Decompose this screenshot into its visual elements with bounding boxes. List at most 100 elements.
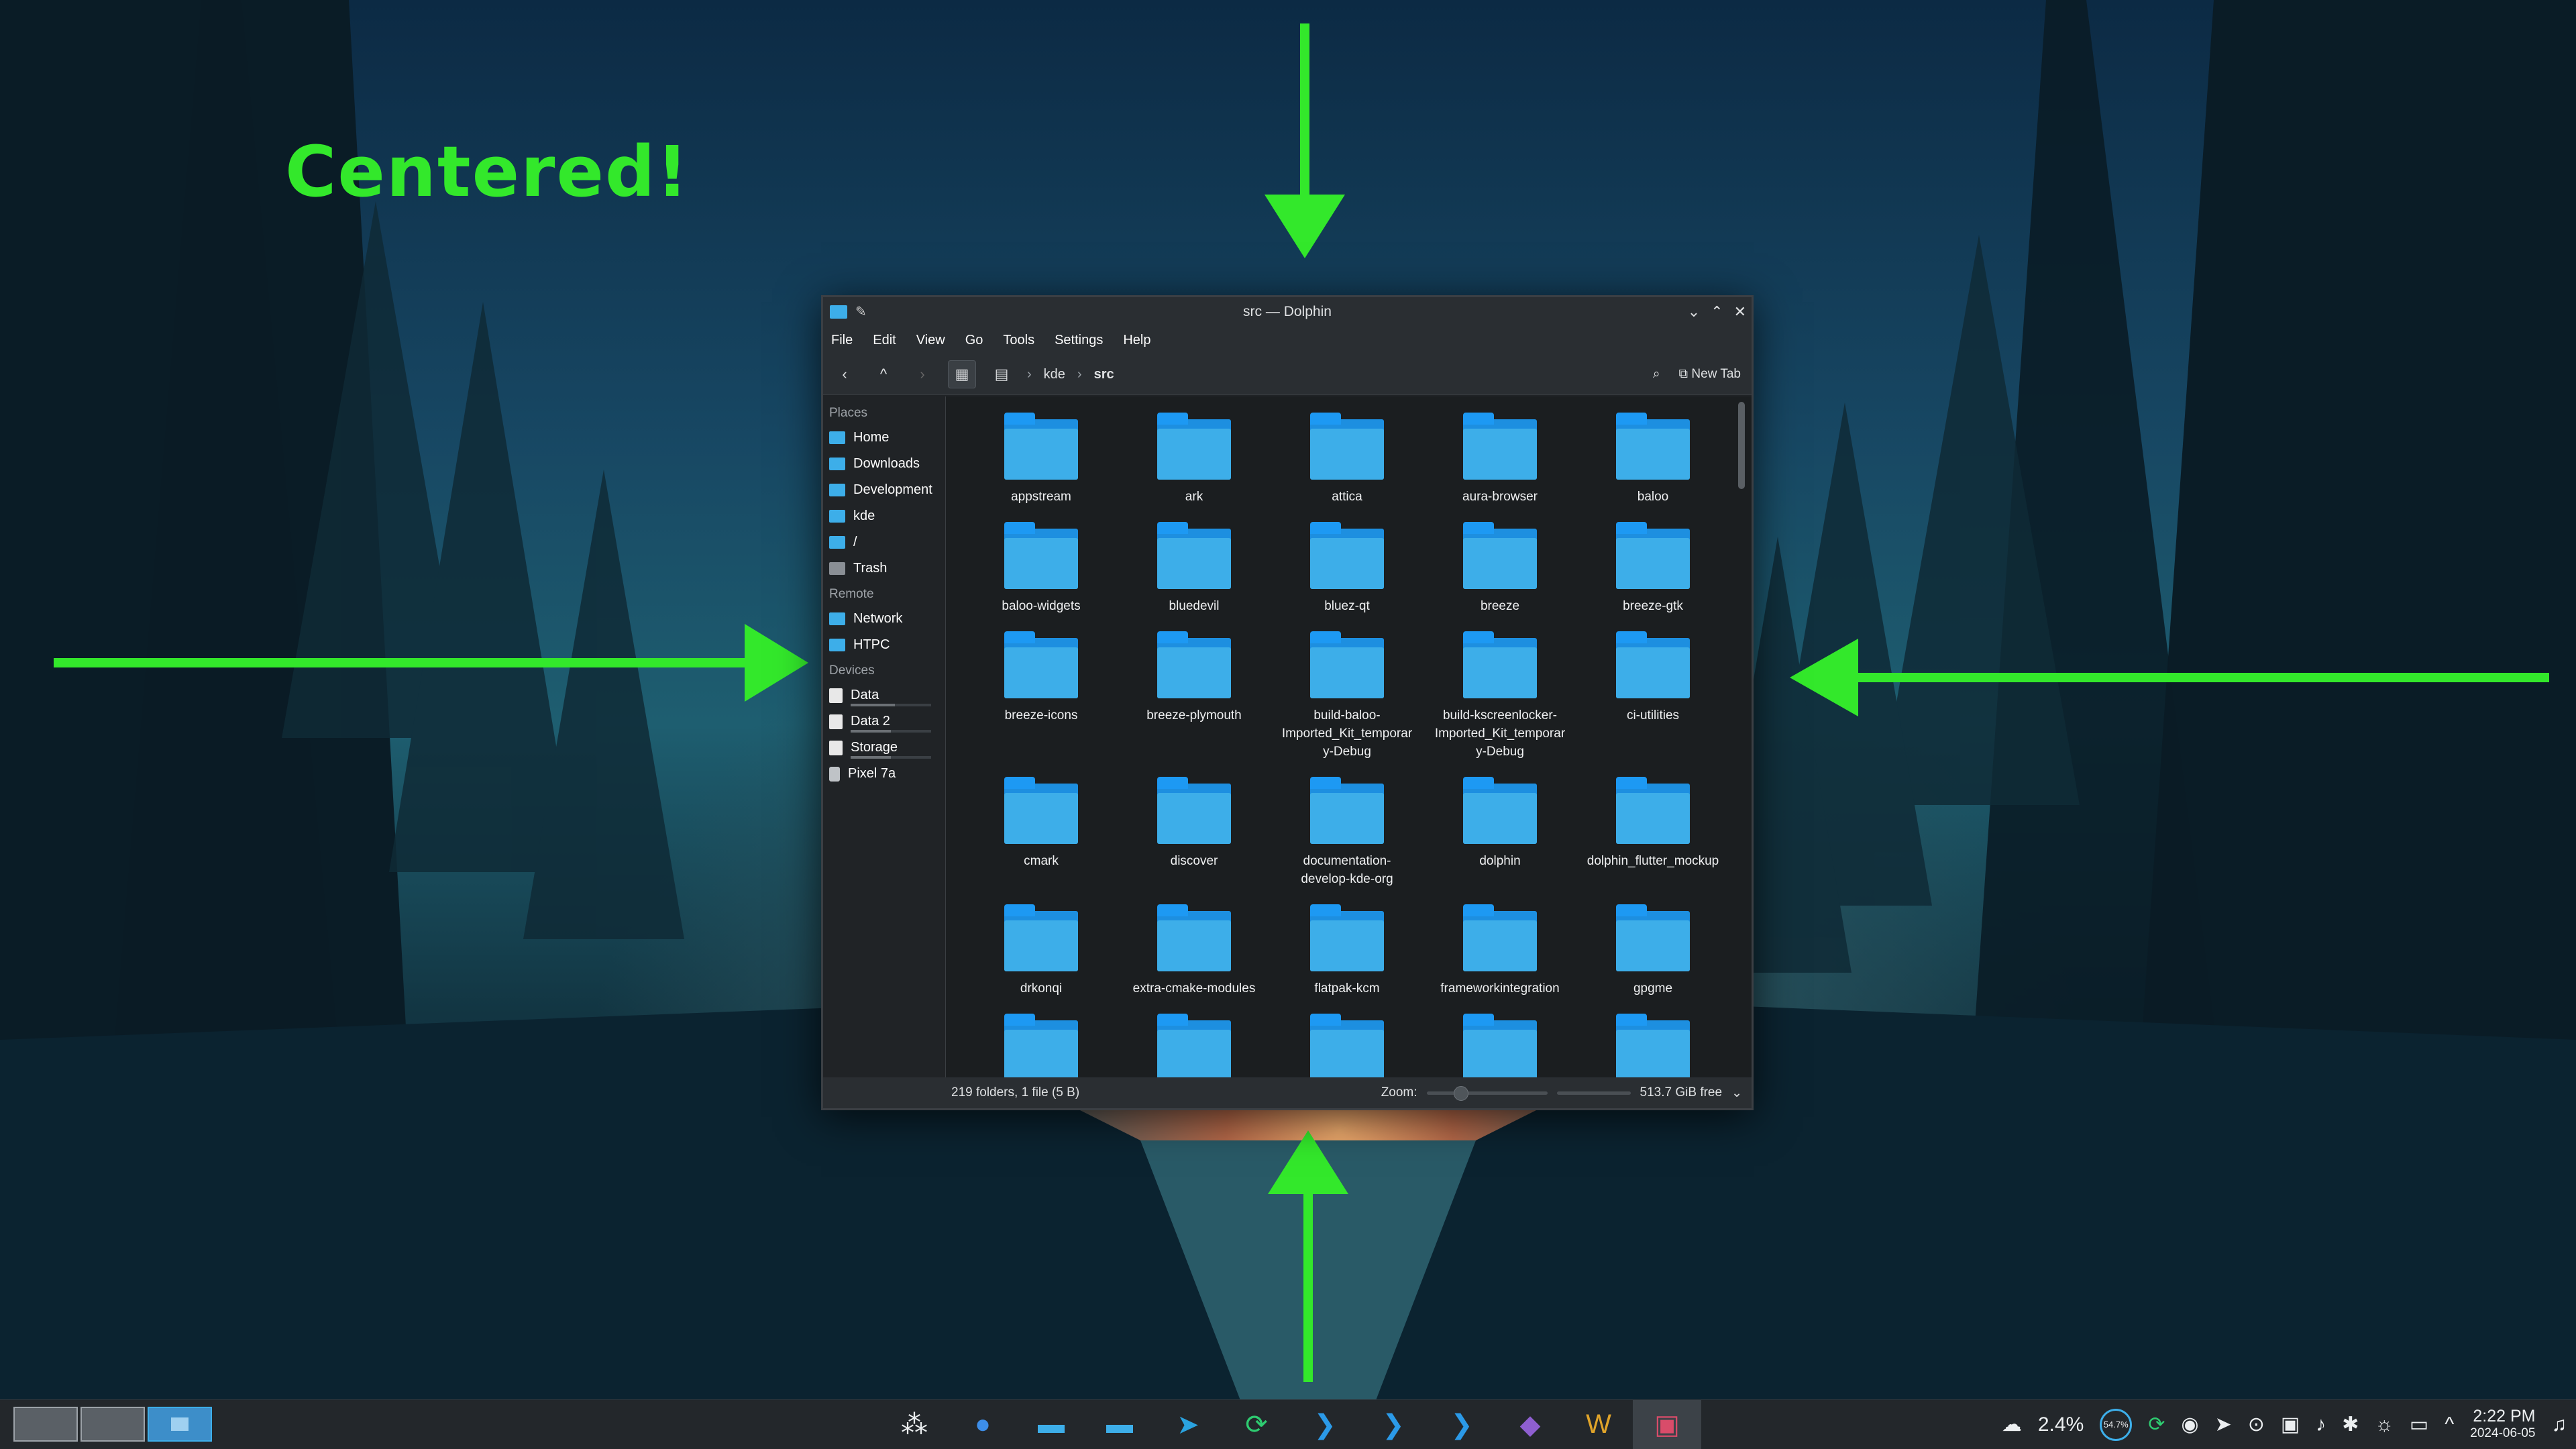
file-item[interactable]: baloo-widgets [965, 515, 1118, 625]
bluetooth-icon[interactable]: ✱ [2342, 1413, 2359, 1436]
menu-bar: File Edit View Go Tools Settings Help [823, 326, 1752, 354]
task-vscode[interactable]: ❯ [1428, 1400, 1496, 1449]
cpu-usage[interactable]: 2.4% [2038, 1413, 2084, 1436]
file-item[interactable]: documentation-develop-kde-org [1271, 770, 1424, 898]
file-item[interactable] [1271, 1007, 1424, 1077]
sidebar-item-kde[interactable]: kde [823, 503, 945, 529]
title-bar[interactable]: ✎ src — Dolphin ⌄ ⌃ ✕ [823, 297, 1752, 326]
breadcrumb-kde[interactable]: kde [1044, 367, 1065, 382]
sidebar-item-trash[interactable]: Trash [823, 555, 945, 582]
file-item[interactable]: dolphin [1424, 770, 1576, 898]
tray-expand-icon[interactable]: ^ [2445, 1413, 2454, 1436]
weather-icon[interactable]: ☁ [2002, 1413, 2022, 1436]
file-item[interactable]: ci-utilities [1576, 625, 1729, 770]
memory-gauge[interactable]: 54.7% [2100, 1408, 2133, 1441]
new-tab-button[interactable]: ⧉ New Tab [1679, 367, 1741, 382]
chevron-down-icon[interactable]: ⌄ [1731, 1085, 1742, 1101]
file-view[interactable]: appstream ark attica aura-browser baloo baloo… [946, 396, 1752, 1077]
sidebar-item-home[interactable]: Home [823, 425, 945, 451]
file-item[interactable]: baloo [1576, 406, 1729, 515]
scrollbar[interactable] [1738, 402, 1745, 489]
task-vscode[interactable]: ❯ [1359, 1400, 1428, 1449]
task-git-sync[interactable]: ⟳ [1222, 1400, 1291, 1449]
file-item[interactable] [965, 1007, 1118, 1077]
menu-tools[interactable]: Tools [1003, 333, 1034, 348]
task-dolphin[interactable]: ▬ [1085, 1400, 1154, 1449]
file-item[interactable]: gpgme [1576, 898, 1729, 1007]
file-item[interactable]: drkonqi [965, 898, 1118, 1007]
file-item[interactable]: breeze-plymouth [1118, 625, 1271, 770]
sidebar-item-pixel-7a[interactable]: Pixel 7a [823, 761, 945, 787]
menu-view[interactable]: View [916, 333, 945, 348]
file-item[interactable]: build-baloo-Imported_Kit_temporary-Debug [1271, 625, 1424, 770]
search-icon[interactable]: ⌕ [1653, 367, 1660, 382]
file-item[interactable] [1424, 1007, 1576, 1077]
notifications-icon[interactable]: ♫ [2552, 1413, 2567, 1436]
file-item[interactable]: cmark [965, 770, 1118, 898]
sidebar-item-storage[interactable]: Storage [823, 735, 945, 761]
file-item[interactable]: aura-browser [1424, 406, 1576, 515]
battery-icon[interactable]: ▭ [2410, 1413, 2428, 1436]
maximize-icon[interactable]: ⌃ [1711, 303, 1723, 321]
sync-icon[interactable]: ⟳ [2148, 1413, 2165, 1436]
brightness-icon[interactable]: ☼ [2375, 1413, 2394, 1436]
task-firefox[interactable]: ● [949, 1400, 1017, 1449]
send-icon[interactable]: ➤ [2215, 1413, 2232, 1436]
dolphin-window[interactable]: ✎ src — Dolphin ⌄ ⌃ ✕ File Edit View Go … [821, 295, 1754, 1110]
task-tor-browser[interactable]: ◆ [1496, 1400, 1564, 1449]
file-item[interactable]: dolphin_flutter_mockup [1576, 770, 1729, 898]
desktop-3[interactable] [148, 1407, 212, 1442]
forward-icon[interactable]: › [909, 361, 936, 388]
file-item[interactable]: build-kscreenlocker-Imported_Kit_tempora… [1424, 625, 1576, 770]
sidebar-item-data-2[interactable]: Data 2 [823, 708, 945, 735]
breadcrumb-src[interactable]: src [1094, 367, 1114, 382]
task-screenshot[interactable]: ▣ [1633, 1400, 1701, 1449]
close-icon[interactable]: ✕ [1734, 303, 1746, 321]
file-item[interactable]: breeze [1424, 515, 1576, 625]
file-item[interactable]: ark [1118, 406, 1271, 515]
sidebar-item-downloads[interactable]: Downloads [823, 451, 945, 477]
desktop-2[interactable] [80, 1407, 145, 1442]
desktop-1[interactable] [13, 1407, 78, 1442]
file-item[interactable]: flatpak-kcm [1271, 898, 1424, 1007]
zoom-slider[interactable] [1426, 1085, 1548, 1101]
sidebar-item-htpc[interactable]: HTPC [823, 632, 945, 658]
sidebar-item-data[interactable]: Data [823, 682, 945, 708]
up-icon[interactable]: ^ [870, 361, 897, 388]
sidebar-item-development[interactable]: Development [823, 477, 945, 503]
menu-edit[interactable]: Edit [873, 333, 896, 348]
file-item[interactable] [1118, 1007, 1271, 1077]
sidebar-item-network[interactable]: Network [823, 606, 945, 632]
task-launcher[interactable]: ⁂ [880, 1400, 949, 1449]
clock[interactable]: 2:22 PM 2024-06-05 [2470, 1407, 2535, 1442]
file-item[interactable]: bluedevil [1118, 515, 1271, 625]
menu-help[interactable]: Help [1123, 333, 1150, 348]
file-item[interactable]: bluez-qt [1271, 515, 1424, 625]
file-item[interactable]: appstream [965, 406, 1118, 515]
task-telegram[interactable]: ➤ [1154, 1400, 1222, 1449]
discord-icon[interactable]: ◉ [2181, 1413, 2198, 1436]
file-item[interactable]: discover [1118, 770, 1271, 898]
details-view-icon[interactable]: ▤ [988, 361, 1015, 388]
free-space-label[interactable]: 513.7 GiB free [1640, 1085, 1723, 1100]
minimize-icon[interactable]: ⌄ [1688, 303, 1700, 321]
file-item[interactable]: extra-cmake-modules [1118, 898, 1271, 1007]
menu-file[interactable]: File [831, 333, 853, 348]
task-w-app[interactable]: W [1564, 1400, 1633, 1449]
volume-icon[interactable]: ♪ [2316, 1413, 2326, 1436]
back-icon[interactable]: ‹ [831, 361, 858, 388]
zoom-slider-handle[interactable] [1453, 1085, 1468, 1101]
task-vscode[interactable]: ❯ [1291, 1400, 1359, 1449]
clipboard-icon[interactable]: ▣ [2281, 1413, 2300, 1436]
icons-view-icon[interactable]: ▦ [948, 360, 976, 388]
file-item[interactable] [1576, 1007, 1729, 1077]
menu-settings[interactable]: Settings [1055, 333, 1103, 348]
vpn-icon[interactable]: ⊙ [2248, 1413, 2265, 1436]
task-dolphin[interactable]: ▬ [1017, 1400, 1085, 1449]
file-item[interactable]: breeze-icons [965, 625, 1118, 770]
file-item[interactable]: breeze-gtk [1576, 515, 1729, 625]
file-item[interactable]: frameworkintegration [1424, 898, 1576, 1007]
sidebar-item-root[interactable]: / [823, 529, 945, 555]
menu-go[interactable]: Go [965, 333, 983, 348]
file-item[interactable]: attica [1271, 406, 1424, 515]
